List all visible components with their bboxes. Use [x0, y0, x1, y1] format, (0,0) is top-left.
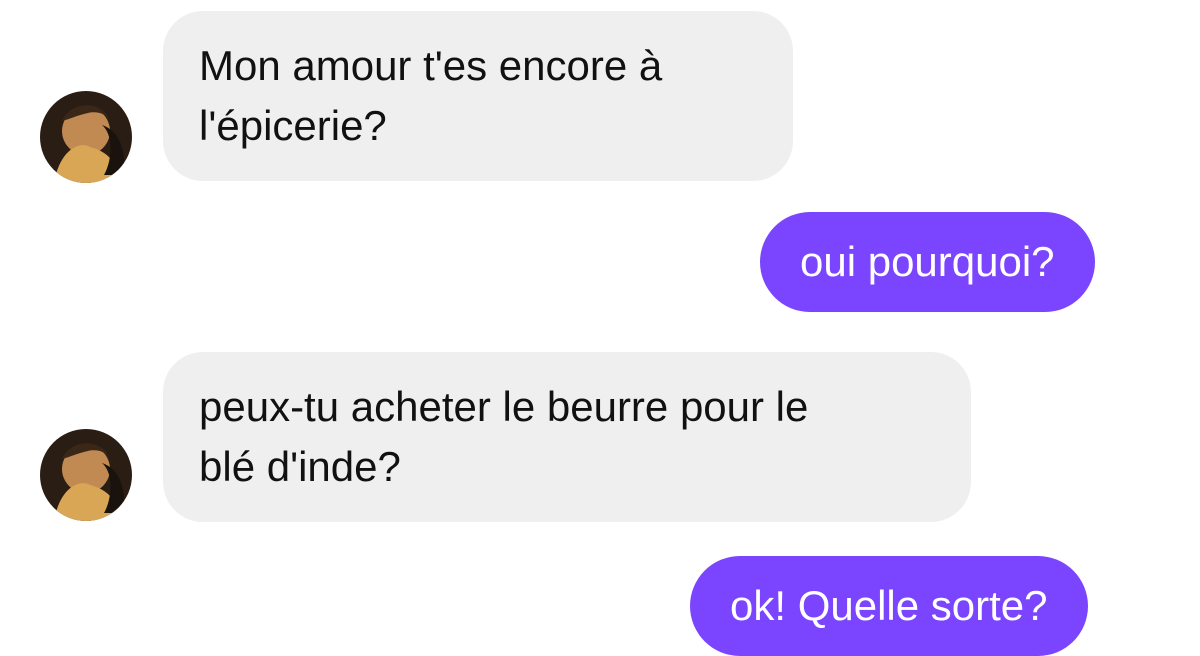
message-text: l'épicerie? — [199, 102, 387, 149]
message-text: ok! Quelle sorte? — [730, 582, 1048, 629]
avatar-photo-icon — [40, 91, 132, 183]
message-text: peux-tu acheter le beurre pour le — [199, 383, 809, 430]
message-text: oui pourquoi? — [800, 238, 1055, 285]
contact-avatar[interactable] — [40, 429, 132, 521]
message-thread: Mon amour t'es encore à l'épicerie? oui … — [0, 0, 1200, 656]
outgoing-message[interactable]: oui pourquoi? — [760, 212, 1095, 312]
message-text: blé d'inde? — [199, 443, 401, 490]
message-text: Mon amour t'es encore à — [199, 42, 663, 89]
outgoing-message[interactable]: ok! Quelle sorte? — [690, 556, 1088, 656]
contact-avatar[interactable] — [40, 91, 132, 183]
incoming-message[interactable]: peux-tu acheter le beurre pour le blé d'… — [163, 352, 971, 522]
avatar-photo-icon — [40, 429, 132, 521]
incoming-message[interactable]: Mon amour t'es encore à l'épicerie? — [163, 11, 793, 181]
